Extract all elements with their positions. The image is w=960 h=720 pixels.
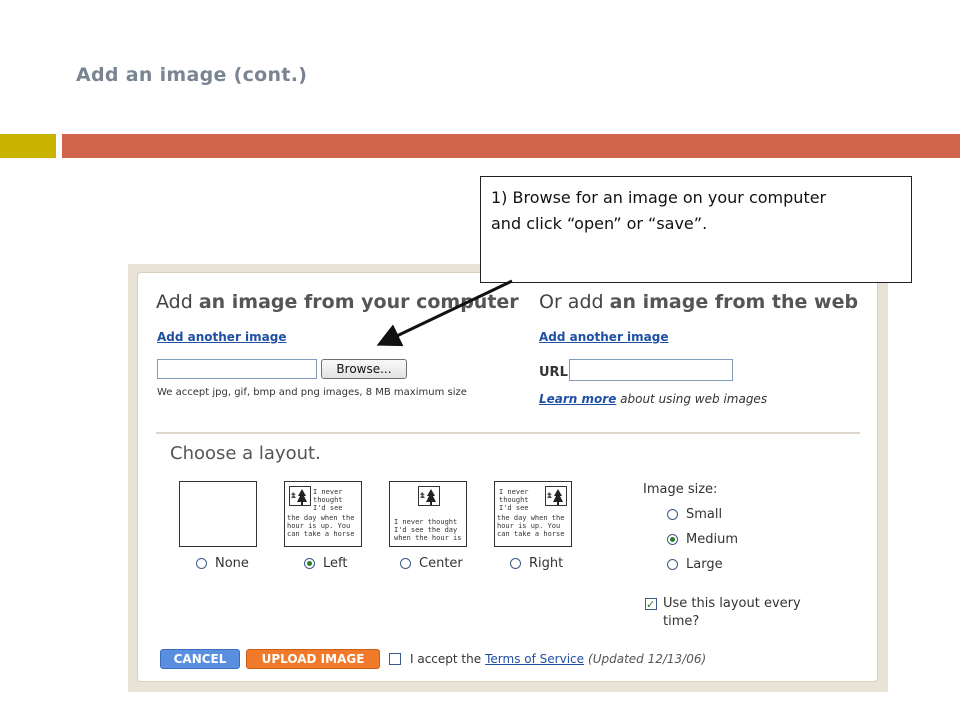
title-bold: an image from the web	[609, 291, 859, 313]
radio-label: Left	[323, 556, 348, 571]
t: the day when the	[287, 514, 355, 522]
add-another-image-link-computer[interactable]: Add another image	[157, 330, 287, 344]
url-input[interactable]	[569, 359, 733, 381]
web-section-title: Or add an image from the web	[539, 291, 858, 313]
thumb-text-bottom: the day when the hour is up. You can tak…	[497, 514, 564, 538]
t: hour is up. You	[287, 522, 351, 530]
file-path-input[interactable]	[157, 359, 317, 379]
t: when the hour is	[394, 534, 462, 542]
layout-thumb-none[interactable]	[179, 481, 257, 547]
tree-image-icon	[418, 486, 440, 506]
t: I never thought	[394, 518, 458, 526]
upload-panel: Add an image from your computer Add anot…	[137, 272, 878, 682]
learn-more-rest: about using web images	[616, 392, 768, 406]
cancel-button[interactable]: CANCEL	[160, 649, 240, 669]
layout-title: Choose a layout.	[170, 443, 321, 464]
radio-label: Small	[686, 507, 723, 522]
thumb-text-bottom: the day when the hour is up. You can tak…	[287, 514, 354, 538]
callout-line-2: and click “open” or “save”.	[491, 214, 708, 233]
t: I never	[499, 488, 529, 496]
instruction-callout: 1) Browse for an image on your computer …	[480, 176, 912, 283]
image-size-label: Image size:	[643, 482, 718, 497]
terms-updated-date: (Updated 12/13/06)	[588, 652, 707, 666]
t: the day when the	[497, 514, 565, 522]
title-bold: an image from your computer	[198, 291, 519, 313]
radio-label: Right	[529, 556, 564, 571]
section-divider	[156, 432, 860, 434]
layout-thumb-center[interactable]: I never thought I'd see the day when the…	[389, 481, 467, 547]
accent-bar-red	[62, 134, 960, 158]
add-another-image-link-web[interactable]: Add another image	[539, 330, 669, 344]
layout-radio-center[interactable]: Center	[400, 556, 463, 571]
t: I'd see	[313, 504, 343, 512]
title-prefix: Add	[156, 291, 199, 313]
t: hour is up. You	[497, 522, 561, 530]
tree-image-icon	[545, 486, 567, 506]
accent-bar-yellow	[0, 134, 56, 158]
radio-button[interactable]	[400, 558, 411, 569]
t: I'd see	[499, 504, 529, 512]
accept-terms-checkbox[interactable]	[389, 653, 401, 665]
upload-image-button[interactable]: UPLOAD IMAGE	[246, 649, 380, 669]
t: can take a horse	[497, 530, 565, 538]
t: thought	[313, 496, 343, 504]
radio-button[interactable]	[304, 558, 315, 569]
size-radio-medium[interactable]: Medium	[667, 532, 738, 547]
callout-line-1: 1) Browse for an image on your computer	[491, 188, 827, 207]
upload-screenshot: Add an image from your computer Add anot…	[128, 264, 888, 692]
t: I'd see the day	[394, 526, 458, 534]
radio-button[interactable]	[196, 558, 207, 569]
browse-button[interactable]: Browse...	[321, 359, 407, 379]
thumb-text-center: I never thought I'd see the day when the…	[394, 518, 461, 542]
learn-more-link[interactable]: Learn more	[539, 392, 616, 406]
t: I never	[313, 488, 343, 496]
thumb-text-top: I never thought I'd see	[313, 488, 343, 512]
layout-radio-left[interactable]: Left	[304, 556, 347, 571]
radio-button[interactable]	[667, 559, 678, 570]
terms-of-service-link[interactable]: Terms of Service	[485, 652, 584, 666]
thumb-text-top: I never thought I'd see	[499, 488, 529, 512]
url-label: URL	[539, 365, 568, 380]
accepted-formats-note: We accept jpg, gif, bmp and png images, …	[157, 387, 467, 398]
title-prefix: Or add	[539, 291, 610, 313]
layout-thumb-right[interactable]: I never thought I'd see the day when the…	[494, 481, 572, 547]
layout-thumb-left[interactable]: I never thought I'd see the day when the…	[284, 481, 362, 547]
radio-button[interactable]	[667, 534, 678, 545]
use-layout-option[interactable]: Use this layout every time?	[645, 595, 815, 631]
radio-label: Large	[686, 557, 723, 572]
use-layout-checkbox[interactable]	[645, 596, 657, 614]
t: thought	[499, 496, 529, 504]
learn-more-text: Learn more about using web images	[539, 392, 767, 406]
tree-image-icon	[289, 486, 311, 506]
accept-prefix: I accept the	[410, 652, 482, 666]
t: can take a horse	[287, 530, 355, 538]
terms-acceptance: I accept the Terms of Service (Updated 12/…	[389, 652, 706, 666]
size-radio-small[interactable]: Small	[667, 507, 722, 522]
radio-label: None	[215, 556, 249, 571]
use-layout-label: Use this layout every time?	[663, 596, 801, 629]
size-radio-large[interactable]: Large	[667, 557, 723, 572]
radio-button[interactable]	[510, 558, 521, 569]
slide-title: Add an image (cont.)	[76, 64, 308, 86]
radio-label: Center	[419, 556, 463, 571]
radio-button[interactable]	[667, 509, 678, 520]
layout-radio-none[interactable]: None	[196, 556, 249, 571]
computer-section-title: Add an image from your computer	[156, 291, 519, 313]
layout-radio-right[interactable]: Right	[510, 556, 563, 571]
radio-label: Medium	[686, 532, 738, 547]
